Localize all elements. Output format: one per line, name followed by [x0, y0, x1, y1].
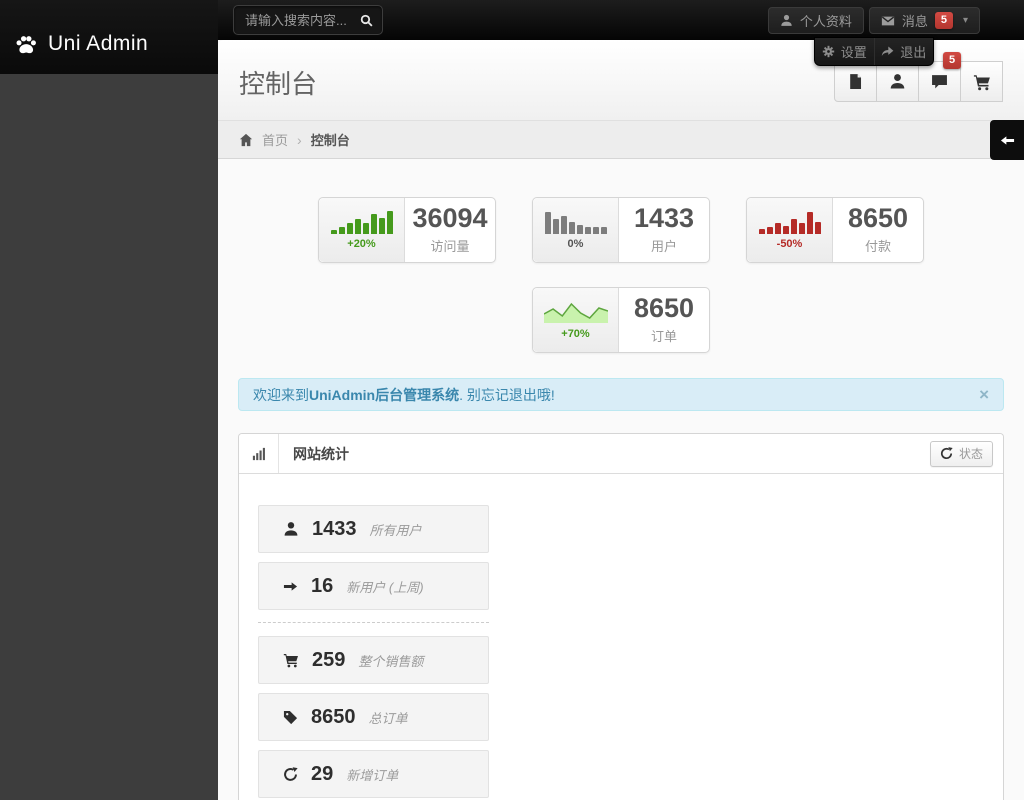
user-icon: [889, 73, 906, 90]
list-item-total-sales[interactable]: 259 整个销售额: [258, 636, 489, 684]
stat-label: 访问量: [430, 239, 470, 254]
stat-tiles-row-1: +20% 36094 访问量 0% 1433 用户 -50% 8650 付款: [238, 197, 1004, 263]
logout-label: 退出: [900, 45, 927, 60]
user-icon: [283, 521, 299, 537]
users-button[interactable]: [876, 61, 919, 102]
item-value: 8650: [311, 705, 356, 728]
user-icon: [780, 14, 793, 27]
settings-label: 设置: [840, 45, 867, 60]
home-icon[interactable]: [239, 133, 253, 147]
item-label: 新用户 (上周): [346, 579, 424, 595]
cart-icon: [283, 652, 299, 668]
list-item-new-orders[interactable]: 29 新增订单: [258, 750, 489, 798]
main-area: 控制台 5 首页 › 控制台 +20% 36094 访问量 0% 1433 用户…: [218, 40, 1024, 800]
search-input[interactable]: [243, 11, 354, 29]
status-label: 状态: [958, 447, 983, 461]
trend-percent: -50%: [776, 238, 803, 250]
page-title: 控制台: [239, 69, 318, 99]
stat-label: 订单: [650, 329, 677, 344]
breadcrumb-home-link[interactable]: 首页: [262, 130, 288, 149]
close-icon[interactable]: ×: [979, 386, 989, 403]
stat-label: 用户: [650, 239, 677, 254]
comment-icon: [931, 73, 948, 90]
stat-tile-payments[interactable]: -50% 8650 付款: [746, 197, 924, 263]
stat-tiles-row-2: +70% 8650 订单: [238, 287, 1004, 353]
refresh-icon: [283, 766, 298, 782]
mini-bar-chart: [330, 210, 393, 234]
trend-percent: +20%: [347, 238, 376, 250]
list-item-total-orders[interactable]: 8650 总订单: [258, 693, 489, 741]
item-label: 总订单: [368, 710, 408, 726]
orders-button[interactable]: [960, 61, 1003, 102]
breadcrumb: 首页 › 控制台: [218, 120, 1024, 160]
list-item-new-users[interactable]: 16 新用户 (上周): [258, 562, 489, 610]
file-icon: [847, 73, 864, 90]
logout-menu-item[interactable]: 退出: [873, 38, 934, 65]
list-item-all-users[interactable]: 1433 所有用户: [258, 505, 489, 553]
stat-value: 36094: [412, 203, 488, 233]
welcome-alert: 欢迎来到UniAdmin后台管理系统. 别忘记退出哦! ×: [238, 378, 1004, 411]
item-label: 所有用户: [369, 522, 422, 538]
dashed-divider: [258, 622, 489, 623]
stat-tile-visits[interactable]: +20% 36094 访问量: [318, 197, 496, 263]
gear-icon: [822, 45, 835, 58]
trend-percent: +70%: [561, 328, 590, 340]
mini-area-chart: [543, 302, 608, 323]
messages-label: 消息: [901, 14, 928, 29]
alert-text: 欢迎来到UniAdmin后台管理系统. 别忘记退出哦!: [253, 386, 555, 403]
messages-button[interactable]: 消息 5 ▾: [868, 7, 980, 34]
documents-button[interactable]: [834, 61, 877, 102]
quick-icon-group: 5: [834, 52, 1003, 102]
panel-header: 网站统计 状态: [239, 434, 1003, 474]
breadcrumb-current: 控制台: [310, 133, 350, 148]
stat-tile-users[interactable]: 0% 1433 用户: [532, 197, 710, 263]
item-value: 1433: [312, 517, 357, 540]
stat-value: 8650: [633, 293, 695, 323]
item-label: 整个销售额: [358, 653, 424, 669]
status-refresh-button[interactable]: 状态: [929, 440, 993, 467]
topbar-actions: 个人资料 消息 5 ▾: [767, 7, 980, 34]
stat-value: 1433: [633, 203, 695, 233]
paw-icon: [14, 32, 38, 56]
content: +20% 36094 访问量 0% 1433 用户 -50% 8650 付款 +…: [218, 197, 1024, 800]
refresh-icon: [940, 447, 953, 460]
user-dropdown-menu: 设置 退出: [814, 37, 934, 66]
arrow-right-icon: [283, 579, 298, 594]
logout-arrow-icon: [881, 45, 894, 58]
collapse-back-button[interactable]: [990, 120, 1024, 160]
stat-label: 付款: [864, 239, 891, 254]
brand-name: Uni Admin: [48, 32, 149, 55]
sidebar: [0, 74, 218, 800]
item-value: 259: [312, 648, 346, 671]
stat-value: 8650: [847, 203, 909, 233]
item-label: 新增订单: [346, 767, 399, 783]
mini-bar-chart: [758, 210, 821, 234]
search-box[interactable]: [233, 5, 383, 35]
arrow-left-icon: [1000, 133, 1015, 148]
comments-badge: 5: [943, 52, 962, 70]
brand-logo[interactable]: Uni Admin: [0, 0, 218, 74]
profile-button[interactable]: 个人资料: [767, 7, 864, 34]
profile-label: 个人资料: [799, 14, 852, 29]
chevron-right-icon: ›: [297, 131, 302, 148]
mail-icon: [881, 14, 895, 28]
panel-body: 1433 所有用户 16 新用户 (上周) 259 整个销售额 8650 总订单…: [239, 474, 1003, 798]
item-value: 16: [311, 574, 334, 597]
cart-icon: [973, 73, 991, 91]
stat-tile-orders[interactable]: +70% 8650 订单: [532, 287, 710, 353]
caret-down-icon: ▾: [962, 15, 968, 26]
site-stats-panel: 网站统计 状态 1433 所有用户 16 新用户 (上周) 259 整个销售额 …: [238, 433, 1004, 800]
search-icon[interactable]: [360, 14, 373, 27]
panel-title: 网站统计: [293, 445, 349, 462]
settings-menu-item[interactable]: 设置: [815, 38, 874, 65]
tag-icon: [283, 710, 298, 725]
mini-bar-chart: [544, 210, 607, 234]
item-value: 29: [311, 762, 334, 785]
messages-badge: 5: [934, 11, 953, 30]
signal-bars-icon: [252, 447, 266, 461]
trend-percent: 0%: [567, 238, 584, 250]
